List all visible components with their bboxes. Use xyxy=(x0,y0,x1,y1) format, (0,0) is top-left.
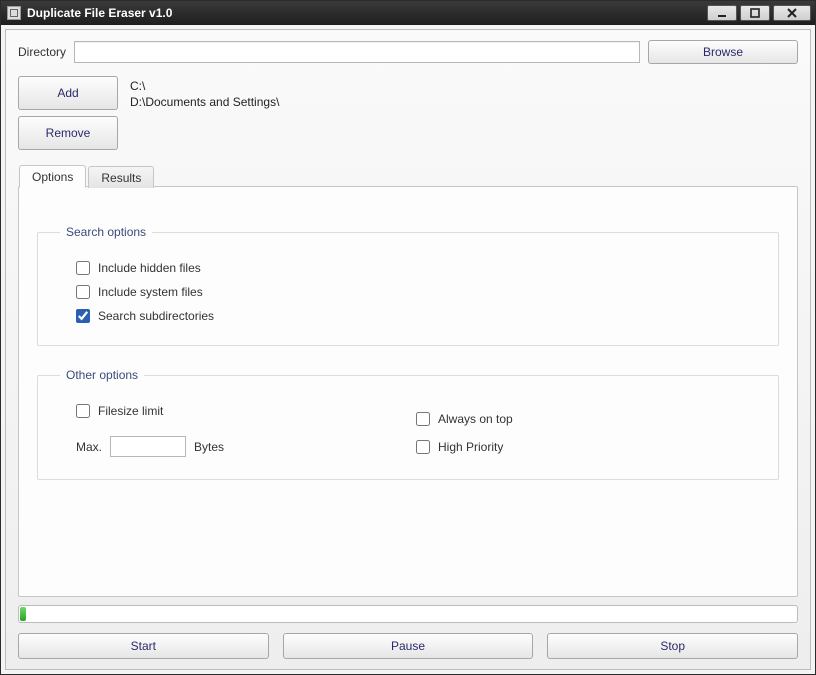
filesize-limit-checkbox[interactable] xyxy=(76,404,90,418)
app-icon xyxy=(7,6,21,20)
search-options-legend: Search options xyxy=(60,225,152,239)
titlebar: Duplicate File Eraser v1.0 xyxy=(1,1,815,25)
include-system-checkbox[interactable] xyxy=(76,285,90,299)
tab-options[interactable]: Options xyxy=(19,165,86,188)
directory-row: Directory Browse xyxy=(18,40,798,64)
search-options-group: Search options Include hidden files Incl… xyxy=(37,225,779,346)
add-button[interactable]: Add xyxy=(18,76,118,110)
directory-list: C:\ D:\Documents and Settings\ xyxy=(130,76,279,150)
tab-panel-options: Search options Include hidden files Incl… xyxy=(19,209,797,596)
search-subdirs-label: Search subdirectories xyxy=(98,309,214,323)
progress-fill xyxy=(20,607,26,621)
window-title: Duplicate File Eraser v1.0 xyxy=(27,6,172,20)
always-on-top-label: Always on top xyxy=(438,412,513,426)
start-button[interactable]: Start xyxy=(18,633,269,659)
other-options-legend: Other options xyxy=(60,368,144,382)
directory-input[interactable] xyxy=(74,41,640,63)
maximize-button[interactable] xyxy=(740,5,770,21)
close-icon xyxy=(786,7,798,19)
app-window: Duplicate File Eraser v1.0 Directory Bro… xyxy=(0,0,816,675)
content-area: Directory Browse Add Remove C:\ D:\Docum… xyxy=(5,29,811,670)
directory-label: Directory xyxy=(18,45,66,59)
max-bytes-input[interactable] xyxy=(110,436,186,457)
browse-button[interactable]: Browse xyxy=(648,40,798,64)
pause-button[interactable]: Pause xyxy=(283,633,534,659)
bottom-button-row: Start Pause Stop xyxy=(18,633,798,659)
close-button[interactable] xyxy=(773,5,811,21)
max-label: Max. xyxy=(76,440,102,454)
include-hidden-label: Include hidden files xyxy=(98,261,201,275)
minimize-button[interactable] xyxy=(707,5,737,21)
add-remove-row: Add Remove C:\ D:\Documents and Settings… xyxy=(18,76,798,150)
minimize-icon xyxy=(716,7,728,19)
list-item[interactable]: D:\Documents and Settings\ xyxy=(130,94,279,110)
remove-button[interactable]: Remove xyxy=(18,116,118,150)
stop-button[interactable]: Stop xyxy=(547,633,798,659)
bytes-label: Bytes xyxy=(194,440,224,454)
maximize-icon xyxy=(749,7,761,19)
always-on-top-checkbox[interactable] xyxy=(416,412,430,426)
tab-results[interactable]: Results xyxy=(88,166,154,188)
other-options-group: Other options Filesize limit Max. Bytes xyxy=(37,368,779,480)
include-system-label: Include system files xyxy=(98,285,203,299)
tabbar: Options Results xyxy=(19,166,156,189)
include-hidden-checkbox[interactable] xyxy=(76,261,90,275)
progress-bar xyxy=(18,605,798,623)
list-item[interactable]: C:\ xyxy=(130,78,279,94)
search-subdirs-checkbox[interactable] xyxy=(76,309,90,323)
high-priority-label: High Priority xyxy=(438,440,503,454)
high-priority-checkbox[interactable] xyxy=(416,440,430,454)
filesize-limit-label: Filesize limit xyxy=(98,404,163,418)
